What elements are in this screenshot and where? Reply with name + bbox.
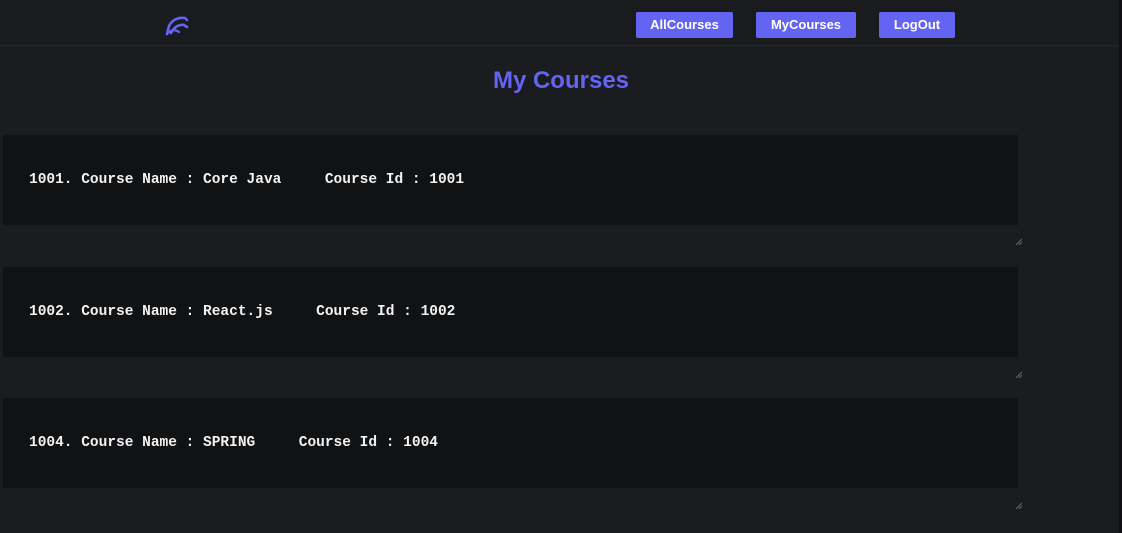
course-text: 1002. Course Name : React.js Course Id :… [29,304,456,320]
resize-grip-icon[interactable] [1015,371,1022,378]
course-card: 1004. Course Name : SPRING Course Id : 1… [3,398,1018,488]
course-card: 1002. Course Name : React.js Course Id :… [3,267,1018,357]
course-card: 1001. Course Name : Core Java Course Id … [3,135,1018,225]
logout-button[interactable]: LogOut [879,12,955,38]
top-navbar: AllCourses MyCourses LogOut [0,0,1122,46]
resize-grip-icon[interactable] [1015,502,1022,509]
page-title: My Courses [492,67,630,94]
app-logo-icon[interactable] [165,12,191,36]
course-text: 1001. Course Name : Core Java Course Id … [29,172,465,188]
all-courses-button[interactable]: AllCourses [636,12,733,38]
course-text: 1004. Course Name : SPRING Course Id : 1… [29,435,438,451]
my-courses-button[interactable]: MyCourses [756,12,856,38]
resize-grip-icon[interactable] [1015,238,1022,245]
